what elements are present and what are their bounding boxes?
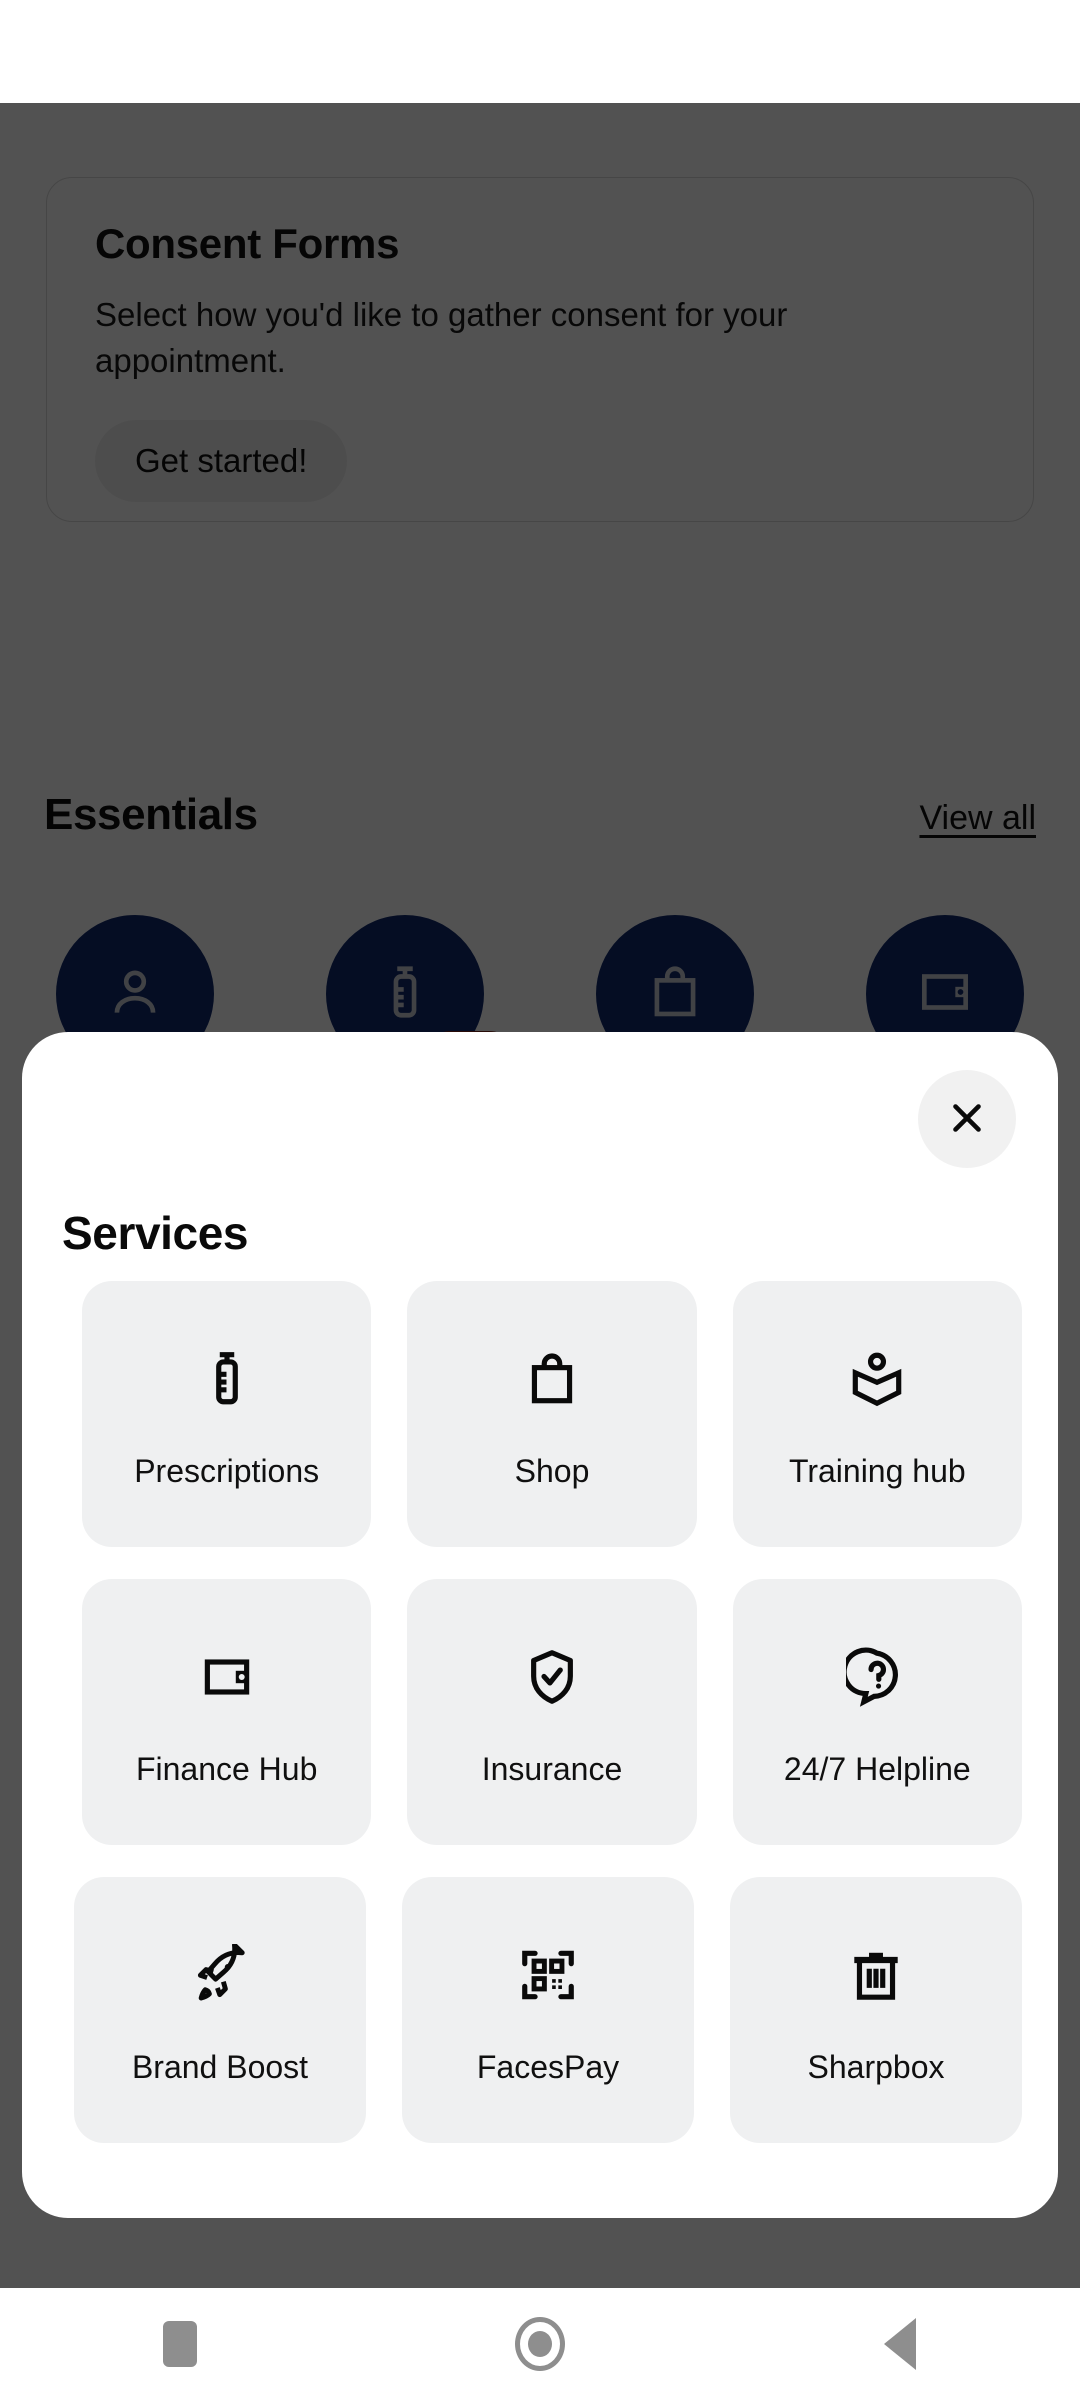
shopping-bag-icon <box>521 1339 583 1419</box>
service-tile-prescriptions[interactable]: Prescriptions <box>82 1281 372 1547</box>
service-tile-label: 24/7 Helpline <box>783 1750 971 1787</box>
qr-scan-icon <box>517 1935 579 2015</box>
triangle-left-icon <box>884 2318 916 2370</box>
trash-bin-icon <box>845 1935 907 2015</box>
service-tile-label: Brand Boost <box>131 2048 309 2085</box>
services-bottom-sheet: Services Prescriptions Shop Training hub… <box>22 1032 1058 2218</box>
shield-check-icon <box>521 1637 583 1717</box>
services-row: Brand Boost FacesPay Sharpbox <box>22 1877 1058 2143</box>
phone-screen: Consent Forms Select how you'd like to g… <box>0 0 1080 2400</box>
service-tile-facespay[interactable]: FacesPay <box>402 1877 694 2143</box>
recents-button[interactable] <box>100 2288 260 2400</box>
service-tile-label: Prescriptions <box>134 1452 320 1489</box>
sheet-title: Services <box>62 1207 249 1259</box>
close-icon <box>944 1095 990 1144</box>
service-tile-label: Sharpbox <box>807 2048 945 2085</box>
close-button[interactable] <box>918 1070 1016 1168</box>
training-book-icon <box>846 1339 908 1419</box>
service-tile-brand-boost[interactable]: Brand Boost <box>74 1877 366 2143</box>
services-grid: Prescriptions Shop Training hub Finance … <box>22 1281 1058 2175</box>
home-button[interactable] <box>460 2288 620 2400</box>
service-tile-sharpbox[interactable]: Sharpbox <box>730 1877 1022 2143</box>
service-tile-label: Training hub <box>788 1452 966 1489</box>
service-tile-label: Shop <box>514 1452 590 1489</box>
service-tile-training-hub[interactable]: Training hub <box>732 1281 1022 1547</box>
back-button[interactable] <box>820 2288 980 2400</box>
service-tile-label: Finance Hub <box>135 1750 318 1787</box>
vial-icon <box>196 1339 258 1419</box>
service-tile-label: Insurance <box>481 1750 623 1787</box>
service-tile-label: FacesPay <box>476 2048 620 2085</box>
wallet-icon <box>196 1637 258 1717</box>
question-bubble-icon <box>846 1637 908 1717</box>
service-tile-insurance[interactable]: Insurance <box>407 1579 697 1845</box>
circle-icon <box>515 2317 565 2371</box>
android-navigation-bar <box>0 2288 1080 2400</box>
service-tile-finance-hub[interactable]: Finance Hub <box>82 1579 372 1845</box>
services-row: Finance Hub Insurance 24/7 Helpline <box>22 1579 1058 1845</box>
service-tile-shop[interactable]: Shop <box>407 1281 697 1547</box>
services-row: Prescriptions Shop Training hub <box>22 1281 1058 1547</box>
square-icon <box>163 2321 197 2367</box>
service-tile-helpline[interactable]: 24/7 Helpline <box>732 1579 1022 1845</box>
rocket-icon <box>189 1935 251 2015</box>
